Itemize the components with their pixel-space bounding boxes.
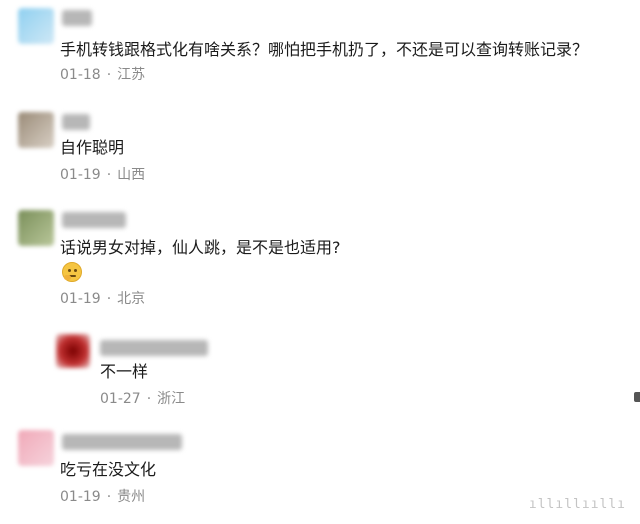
- meta-separator: ·: [106, 489, 112, 505]
- comment-date: 01-18: [60, 67, 101, 83]
- username-redacted[interactable]: [62, 434, 182, 450]
- avatar[interactable]: [18, 430, 54, 466]
- avatar[interactable]: [18, 112, 54, 148]
- comment-meta: 01-19 · 山西: [60, 166, 145, 184]
- emoji-eye: [68, 269, 71, 272]
- comment-text: 手机转钱跟格式化有啥关系？哪怕把手机扔了，不还是可以查询转账记录？: [60, 40, 589, 59]
- comment-text: 吃亏在没文化: [60, 460, 157, 479]
- comment-meta: 01-19 · 北京: [60, 290, 145, 308]
- comment-date: 01-19: [60, 291, 101, 307]
- comment-meta: 01-18 · 江苏: [60, 66, 145, 84]
- comment-meta: 01-19 · 贵州: [60, 488, 145, 506]
- meta-separator: ·: [106, 167, 112, 183]
- comment-text: 自作聪明: [60, 138, 125, 157]
- meta-separator: ·: [106, 67, 112, 83]
- comment-date: 01-19: [60, 167, 101, 183]
- username-redacted[interactable]: [62, 114, 90, 130]
- emoji-hand: [64, 275, 71, 280]
- comment-location: 贵州: [117, 489, 146, 505]
- reply-location: 浙江: [157, 391, 186, 407]
- reply-username-redacted[interactable]: [100, 340, 208, 356]
- meta-separator: ·: [106, 291, 112, 307]
- username-redacted[interactable]: [62, 10, 92, 26]
- avatar[interactable]: [18, 8, 54, 44]
- comment-location: 北京: [117, 291, 146, 307]
- username-redacted[interactable]: [62, 212, 126, 228]
- reply-date: 01-27: [100, 391, 141, 407]
- scrollbar-thumb[interactable]: [634, 392, 640, 402]
- comment-location: 江苏: [117, 67, 146, 83]
- avatar[interactable]: [18, 210, 54, 246]
- comment-text: 话说男女对掉，仙人跳，是不是也适用?: [60, 238, 341, 257]
- reply-text: 不一样: [100, 362, 149, 381]
- thinking-face-icon: [62, 262, 82, 282]
- watermark: ıllıllııllı: [528, 497, 626, 512]
- reply-meta: 01-27 · 浙江: [100, 390, 185, 408]
- meta-separator: ·: [146, 391, 152, 407]
- emoji-eye: [74, 269, 77, 272]
- comment-location: 山西: [117, 167, 146, 183]
- reply-avatar[interactable]: [56, 334, 90, 368]
- comment-date: 01-19: [60, 489, 101, 505]
